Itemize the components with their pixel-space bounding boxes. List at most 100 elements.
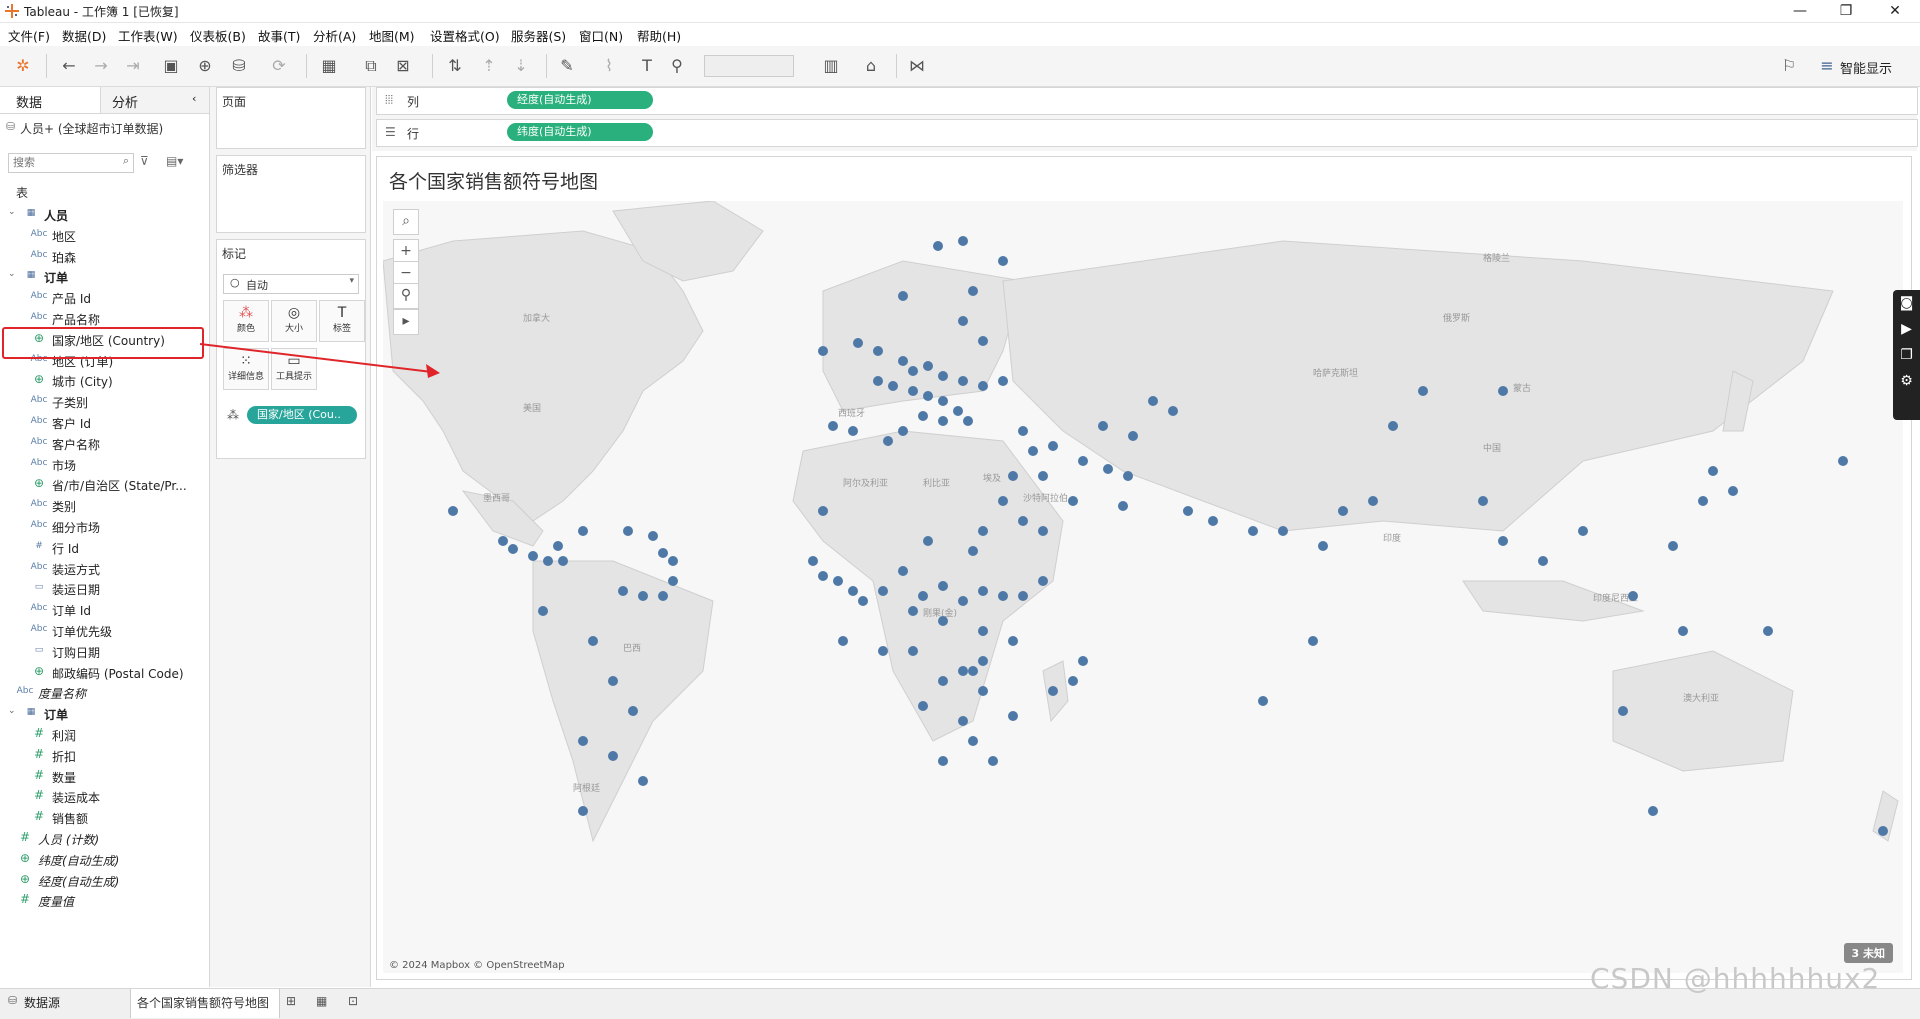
datasource-tab[interactable]: 数据源	[24, 994, 60, 1011]
country-mark[interactable]	[638, 776, 648, 786]
country-mark[interactable]	[978, 656, 988, 666]
pages-card[interactable]: 页面	[216, 87, 366, 149]
country-mark[interactable]	[1678, 626, 1688, 636]
field-item[interactable]: Abc 地区	[0, 226, 205, 246]
country-mark[interactable]	[938, 371, 948, 381]
country-mark[interactable]	[873, 346, 883, 356]
field-item[interactable]: Abc 类别	[0, 496, 205, 516]
menu-story[interactable]: 故事(T)	[258, 26, 300, 45]
country-mark[interactable]	[648, 531, 658, 541]
new-story-tab-icon[interactable]: ⊡	[348, 994, 358, 1008]
country-mark[interactable]	[578, 736, 588, 746]
country-mark[interactable]	[1038, 576, 1048, 586]
search-box[interactable]: ⌕	[8, 153, 134, 173]
country-mark[interactable]	[923, 391, 933, 401]
detail-pill[interactable]: 国家/地区 (Cou..	[247, 406, 357, 424]
field-item[interactable]: Abc 细分市场	[0, 517, 205, 537]
country-mark[interactable]	[873, 376, 883, 386]
view-options-icon[interactable]: ▤▾	[166, 154, 183, 168]
window-icon[interactable]: ❐	[1893, 342, 1920, 368]
country-mark[interactable]	[818, 506, 828, 516]
country-mark[interactable]	[668, 556, 678, 566]
minimize-button[interactable]: —	[1777, 0, 1823, 22]
country-mark[interactable]	[1028, 446, 1038, 456]
country-mark[interactable]	[878, 586, 888, 596]
menu-file[interactable]: 文件(F)	[8, 26, 50, 45]
field-item[interactable]: Abc 珀森	[0, 247, 205, 267]
pin-window-icon[interactable]: ⚐	[1778, 55, 1800, 77]
country-mark[interactable]	[553, 541, 563, 551]
search-input[interactable]	[9, 154, 117, 170]
country-mark[interactable]	[1698, 496, 1708, 506]
country-mark[interactable]	[958, 316, 968, 326]
country-mark[interactable]	[1578, 526, 1588, 536]
country-mark[interactable]	[938, 581, 948, 591]
country-mark[interactable]	[1418, 386, 1428, 396]
rows-pill[interactable]: 纬度(自动生成)	[507, 123, 653, 141]
country-mark[interactable]	[1498, 386, 1508, 396]
country-mark[interactable]	[938, 676, 948, 686]
camera-icon[interactable]: ◙	[1893, 290, 1920, 316]
duplicate-icon[interactable]: ⧉	[360, 55, 382, 77]
country-mark[interactable]	[938, 416, 948, 426]
menu-help[interactable]: 帮助(H)	[637, 26, 681, 45]
field-item[interactable]: # 度量值	[0, 891, 205, 911]
country-mark[interactable]	[1278, 526, 1288, 536]
field-item[interactable]: Abc 订单优先级	[0, 621, 205, 641]
expand-caret-icon[interactable]: ⌄	[8, 706, 16, 716]
close-button[interactable]: ✕	[1872, 0, 1918, 22]
country-mark[interactable]	[1183, 506, 1193, 516]
country-mark[interactable]	[623, 526, 633, 536]
field-item[interactable]: # 折扣	[0, 746, 205, 766]
country-mark[interactable]	[1068, 496, 1078, 506]
field-item[interactable]: # 利润	[0, 725, 205, 745]
country-mark[interactable]	[898, 566, 908, 576]
country-mark[interactable]	[498, 536, 508, 546]
mark-type-dropdown[interactable]: ○ 自动 ▾	[223, 274, 359, 294]
country-mark[interactable]	[923, 536, 933, 546]
country-mark[interactable]	[958, 596, 968, 606]
field-item[interactable]: Abc 产品 Id	[0, 288, 205, 308]
show-me-icon[interactable]: ≡	[1816, 55, 1838, 77]
filters-card[interactable]: 筛选器	[216, 155, 366, 233]
country-mark[interactable]	[998, 376, 1008, 386]
country-mark[interactable]	[1338, 506, 1348, 516]
video-icon[interactable]: ▶	[1893, 316, 1920, 342]
country-mark[interactable]	[1368, 496, 1378, 506]
country-mark[interactable]	[658, 548, 668, 558]
country-mark[interactable]	[978, 381, 988, 391]
pin-icon[interactable]: ⚲	[666, 55, 688, 77]
pin-map-button[interactable]: ⚲	[393, 283, 419, 309]
country-mark[interactable]	[1728, 486, 1738, 496]
country-mark[interactable]	[608, 676, 618, 686]
country-mark[interactable]	[898, 356, 908, 366]
datasource-item[interactable]: 人员+ (全球超市订单数据)	[20, 120, 163, 137]
country-mark[interactable]	[938, 616, 948, 626]
country-mark[interactable]	[808, 556, 818, 566]
country-mark[interactable]	[968, 666, 978, 676]
menu-map[interactable]: 地图(M)	[369, 26, 415, 45]
unknown-indicator[interactable]: 3 未知	[1843, 943, 1893, 963]
country-mark[interactable]	[978, 626, 988, 636]
country-mark[interactable]	[1498, 536, 1508, 546]
country-mark[interactable]	[1763, 626, 1773, 636]
menu-format[interactable]: 设置格式(O)	[430, 26, 500, 45]
country-mark[interactable]	[1008, 471, 1018, 481]
country-mark[interactable]	[848, 426, 858, 436]
new-worksheet-tab-icon[interactable]: ⊞	[286, 994, 296, 1008]
menu-analysis[interactable]: 分析(A)	[313, 26, 356, 45]
country-mark[interactable]	[958, 716, 968, 726]
country-mark[interactable]	[938, 396, 948, 406]
field-item[interactable]: Abc 市场	[0, 455, 205, 475]
redo-icon[interactable]: →	[90, 55, 112, 77]
country-mark[interactable]	[1018, 591, 1028, 601]
country-mark[interactable]	[898, 291, 908, 301]
country-mark[interactable]	[858, 596, 868, 606]
country-mark[interactable]	[938, 756, 948, 766]
labels-icon[interactable]: T	[636, 55, 658, 77]
country-mark[interactable]	[628, 706, 638, 716]
maximize-button[interactable]: ❐	[1823, 0, 1869, 22]
field-item[interactable]: # 行 Id	[0, 538, 205, 558]
country-mark[interactable]	[1648, 806, 1658, 816]
country-mark[interactable]	[1103, 464, 1113, 474]
